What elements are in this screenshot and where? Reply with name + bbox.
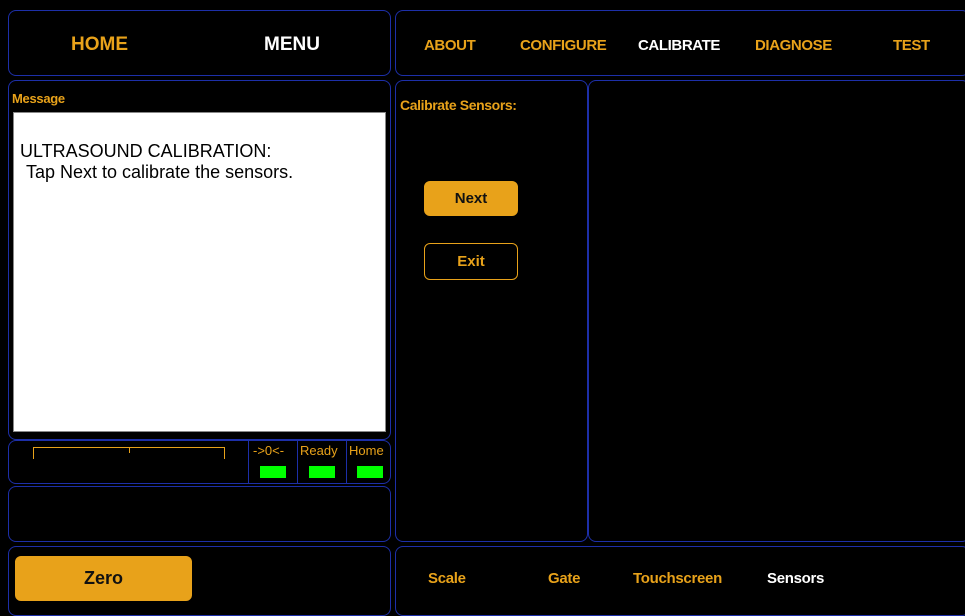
status-divider (346, 441, 347, 483)
progress-scale-tick (129, 447, 130, 453)
tab-sensors[interactable]: Sensors (767, 570, 824, 587)
message-line-1: ULTRASOUND CALIBRATION: (20, 141, 272, 161)
message-line-2: Tap Next to calibrate the sensors. (26, 162, 294, 182)
display-panel (588, 80, 965, 542)
tab-scale[interactable]: Scale (428, 570, 466, 587)
tab-calibrate[interactable]: CALIBRATE (638, 37, 720, 54)
info-panel (8, 486, 391, 542)
tab-gate[interactable]: Gate (548, 570, 580, 587)
exit-button[interactable]: Exit (424, 243, 518, 280)
zero-indicator-label: ->0<- (253, 443, 285, 458)
menu-button[interactable]: MENU (264, 34, 320, 56)
message-title: Message (12, 91, 65, 106)
tab-touchscreen[interactable]: Touchscreen (633, 570, 722, 587)
home-indicator-label: Home (349, 443, 384, 458)
header-left-panel (8, 10, 391, 76)
tab-test[interactable]: TEST (893, 37, 930, 54)
calibrate-heading: Calibrate Sensors: (400, 97, 517, 113)
zero-button[interactable]: Zero (15, 556, 192, 601)
status-divider (248, 441, 249, 483)
status-divider (297, 441, 298, 483)
ready-indicator-led (309, 466, 335, 478)
calibrate-panel (395, 80, 588, 542)
ready-indicator-label: Ready (300, 443, 338, 458)
next-button[interactable]: Next (424, 181, 518, 216)
message-box: ULTRASOUND CALIBRATION: Tap Next to cali… (13, 112, 386, 432)
tab-diagnose[interactable]: DIAGNOSE (755, 37, 832, 54)
tab-configure[interactable]: CONFIGURE (520, 37, 607, 54)
home-indicator-led (357, 466, 383, 478)
home-button[interactable]: HOME (71, 34, 128, 56)
tab-about[interactable]: ABOUT (424, 37, 476, 54)
zero-indicator-led (260, 466, 286, 478)
